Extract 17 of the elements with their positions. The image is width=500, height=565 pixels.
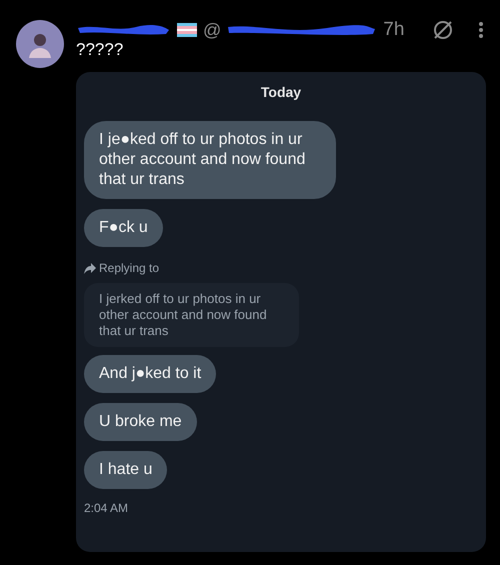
message-bubble: F●ck u — [84, 209, 163, 247]
flag-icon — [177, 23, 197, 37]
quoted-message: I jerked off to ur photos in ur other account and now found that ur trans — [84, 283, 299, 347]
message-bubble: I hate u — [84, 451, 168, 489]
avatar[interactable] — [16, 20, 64, 68]
message-bubble: And j●ked to it — [84, 355, 216, 393]
message-time: 2:04 AM — [84, 500, 128, 517]
post-text: ????? — [76, 40, 124, 60]
replying-to-label: Replying to — [99, 260, 160, 277]
reply-arrow-icon — [84, 262, 96, 274]
post-time: 7h — [383, 18, 404, 42]
no-sign-icon[interactable] — [432, 19, 454, 41]
message-bubble: I je●ked off to ur photos in ur other account and now found that ur trans — [84, 121, 336, 199]
handle-prefix: @ — [203, 18, 222, 42]
day-label: Today — [260, 83, 302, 102]
message-bubble: U broke me — [84, 403, 197, 441]
more-options-icon[interactable] — [478, 21, 484, 39]
